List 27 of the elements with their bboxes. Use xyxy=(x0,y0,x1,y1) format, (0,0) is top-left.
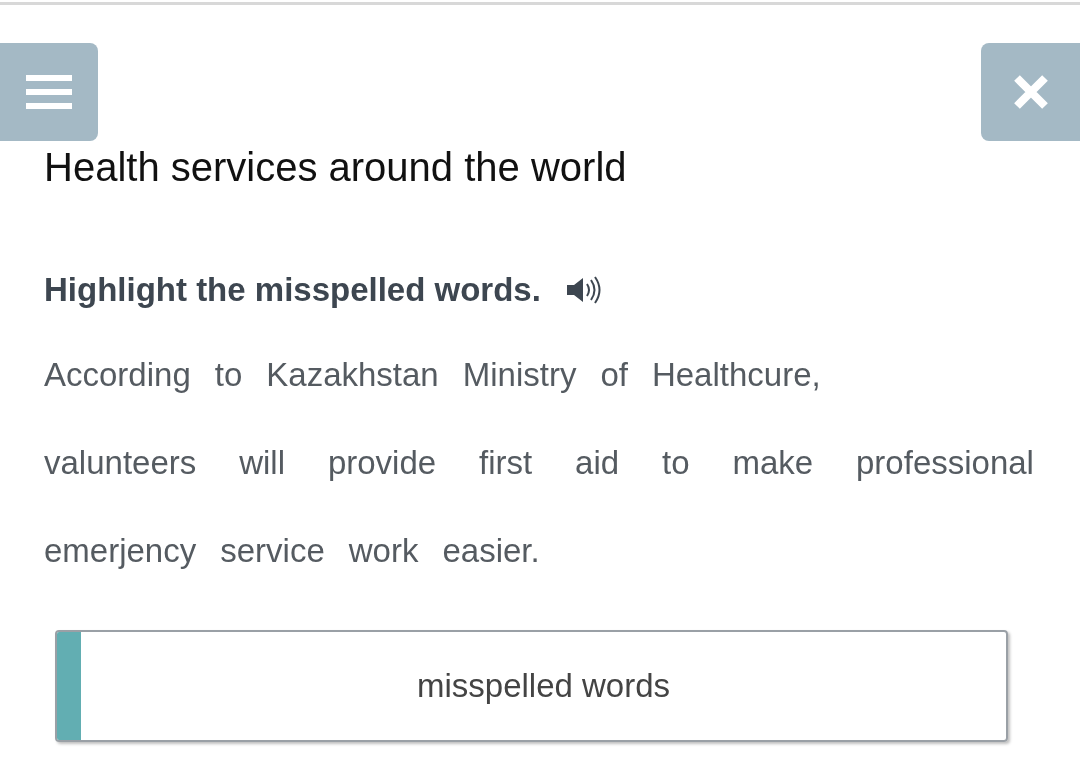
word[interactable]: service xyxy=(220,506,325,595)
answer-label: misspelled words xyxy=(415,666,672,707)
close-icon xyxy=(1012,74,1049,110)
word[interactable]: Healthcure, xyxy=(651,330,821,419)
answer-box[interactable]: misspelled words xyxy=(55,630,1008,742)
menu-button[interactable] xyxy=(0,43,98,141)
word[interactable]: work xyxy=(348,506,419,595)
word[interactable]: will xyxy=(239,418,285,507)
menu-icon xyxy=(26,73,72,111)
word[interactable]: easier. xyxy=(442,506,540,595)
word[interactable]: Kazakhstan xyxy=(266,330,439,419)
word[interactable]: Ministry xyxy=(462,330,577,419)
word[interactable]: to xyxy=(662,418,690,507)
word[interactable]: make xyxy=(732,418,814,507)
word[interactable]: professional xyxy=(856,418,1034,507)
word[interactable]: emerjency xyxy=(44,506,197,595)
page-title: Health services around the world xyxy=(44,144,628,191)
word[interactable]: provide xyxy=(327,418,437,507)
word[interactable]: of xyxy=(600,330,628,419)
close-button[interactable] xyxy=(981,43,1080,141)
word[interactable]: According xyxy=(44,330,191,419)
word[interactable]: aid xyxy=(575,418,620,507)
word[interactable]: first xyxy=(479,418,533,507)
word[interactable]: valunteers xyxy=(44,418,197,507)
speaker-icon[interactable] xyxy=(564,275,601,304)
instruction-text: Highlight the misspelled words. xyxy=(44,270,541,310)
word[interactable]: to xyxy=(214,330,243,419)
